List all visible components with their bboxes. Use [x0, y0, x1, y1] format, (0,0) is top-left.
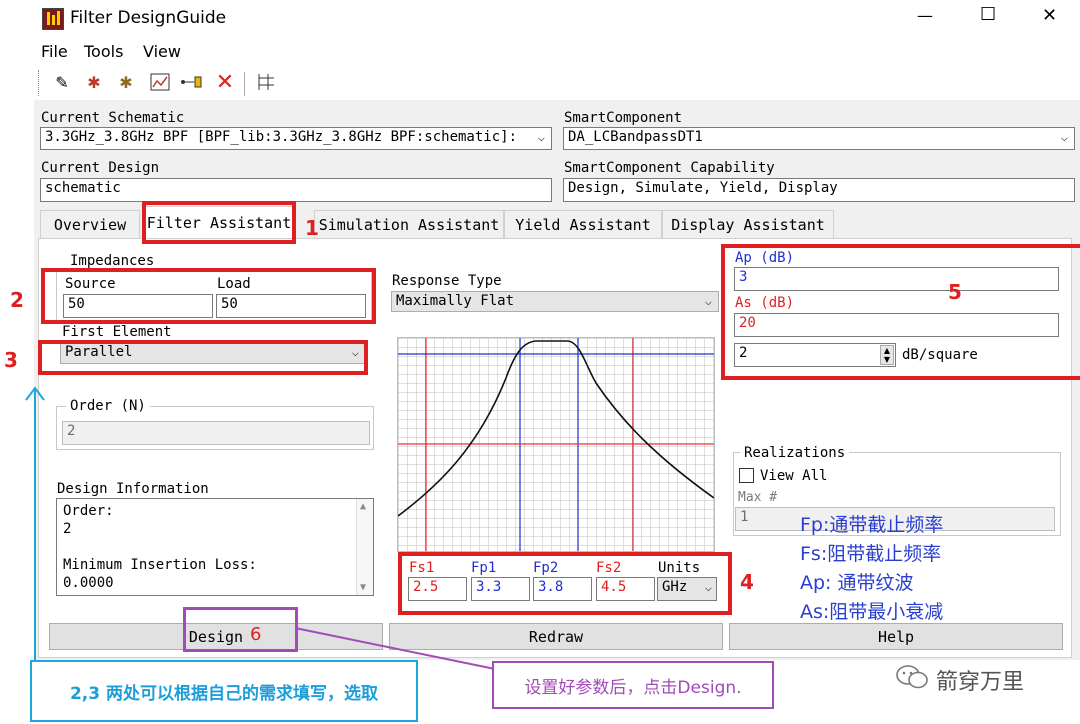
order-field: 2 — [62, 421, 370, 445]
help-button[interactable]: Help — [729, 623, 1063, 650]
current-design-field[interactable]: schematic — [40, 178, 552, 202]
close-icon[interactable]: ✕ — [1042, 5, 1057, 26]
tab-display-assistant[interactable]: Display Assistant — [662, 210, 834, 238]
annotation-number-1: 1 — [305, 216, 319, 240]
window-title: Filter DesignGuide — [70, 8, 227, 28]
response-type-label: Response Type — [392, 273, 502, 289]
tab-simulation-assistant[interactable]: Simulation Assistant — [314, 210, 504, 238]
chevron-down-icon: ⌵ — [1060, 130, 1068, 144]
graph-icon[interactable] — [148, 70, 172, 94]
smart-component-value: DA_LCBandpassDT1 — [568, 129, 703, 145]
delete-icon[interactable]: ✕ — [213, 70, 237, 95]
design-info-box: Order: 2 Minimum Insertion Loss: 0.0000 … — [56, 498, 374, 596]
highlight-box-1 — [142, 201, 296, 244]
view-all-checkbox[interactable] — [739, 468, 754, 483]
smart-component-select[interactable]: DA_LCBandpassDT1 ⌵ — [563, 127, 1075, 150]
annotation-number-4: 4 — [740, 570, 754, 594]
menu-file[interactable]: File — [41, 42, 68, 61]
scrollbar[interactable]: ▲ ▼ — [356, 499, 373, 595]
design-info-line: 2 — [63, 521, 72, 537]
minimize-icon[interactable]: — — [917, 6, 933, 25]
design-note-text: 设置好参数后，点击Design. — [524, 677, 742, 698]
capability-label: SmartComponent Capability — [564, 160, 775, 176]
response-type-value: Maximally Flat — [396, 293, 515, 309]
tab-yield-assistant[interactable]: Yield Assistant — [504, 210, 662, 238]
maximize-icon[interactable]: ☐ — [980, 4, 996, 25]
view-all-label: View All — [760, 468, 828, 484]
component-icon[interactable]: ✱ — [82, 70, 106, 94]
response-type-select[interactable]: Maximally Flat ⌵ — [391, 291, 719, 312]
legend-ap: Ap: 通带纹波 — [800, 572, 914, 594]
toolbar-grip — [38, 70, 41, 96]
order-label: Order (N) — [66, 398, 150, 414]
max-label: Max # — [738, 490, 778, 505]
current-schematic-select[interactable]: 3.3GHz_3.8GHz BPF [BPF_lib:3.3GHz_3.8GHz… — [40, 127, 552, 150]
first-element-label: First Element — [62, 324, 172, 340]
blue-arrow — [25, 386, 45, 662]
capability-field: Design, Simulate, Yield, Display — [563, 178, 1075, 202]
menu-view[interactable]: View — [143, 42, 181, 61]
annotation-number-5: 5 — [948, 280, 962, 304]
design-note-box: 设置好参数后，点击Design. — [492, 661, 774, 709]
highlight-box-2 — [41, 268, 376, 324]
highlight-box-3 — [38, 340, 368, 375]
fill-note-box: 2,3 两处可以根据自己的需求填写，选取 — [30, 660, 418, 722]
annotation-number-6: 6 — [250, 624, 262, 645]
response-graph — [397, 337, 715, 552]
design-info-label: Design Information — [57, 481, 209, 497]
connect-icon[interactable] — [180, 70, 204, 94]
annotation-number-2: 2 — [10, 288, 24, 312]
menu-tools[interactable]: Tools — [84, 42, 123, 61]
response-plot-svg — [397, 338, 715, 551]
title-bar: Filter DesignGuide — ☐ ✕ — [0, 0, 1080, 36]
highlight-box-4 — [398, 552, 732, 615]
realizations-label: Realizations — [740, 445, 850, 461]
components-icon[interactable]: ✱ — [114, 70, 138, 94]
fill-note-text: 2,3 两处可以根据自己的需求填写，选取 — [69, 683, 379, 704]
highlight-box-5 — [721, 244, 1080, 380]
highlight-box-6 — [183, 607, 298, 652]
design-info-line: Minimum Insertion Loss: — [63, 557, 257, 573]
tab-overview[interactable]: Overview — [40, 210, 140, 238]
design-info-line: Order: — [63, 503, 114, 519]
current-schematic-label: Current Schematic — [41, 110, 185, 126]
impedances-label: Impedances — [66, 253, 159, 269]
current-design-label: Current Design — [41, 160, 160, 176]
app-icon — [42, 8, 64, 30]
current-schematic-value: 3.3GHz_3.8GHz BPF [BPF_lib:3.3GHz_3.8GHz… — [45, 129, 518, 145]
legend-as: As:阻带最小衰减 — [800, 601, 944, 623]
annotation-number-3: 3 — [4, 348, 18, 372]
watermark-text: 箭穿万里 — [936, 670, 1025, 695]
legend-fs: Fs:阻带截止频率 — [800, 543, 942, 565]
smart-component-label: SmartComponent — [564, 110, 683, 126]
design-info-line: 0.0000 — [63, 575, 114, 591]
chevron-down-icon: ⌵ — [537, 130, 545, 144]
toolbar-separator — [244, 72, 245, 96]
wechat-icon — [895, 664, 929, 690]
chevron-down-icon: ⌵ — [704, 294, 712, 308]
legend-fp: Fp:通带截止频率 — [800, 514, 944, 536]
wand-icon[interactable]: ✎ — [50, 70, 74, 94]
align-icon[interactable] — [254, 70, 278, 94]
